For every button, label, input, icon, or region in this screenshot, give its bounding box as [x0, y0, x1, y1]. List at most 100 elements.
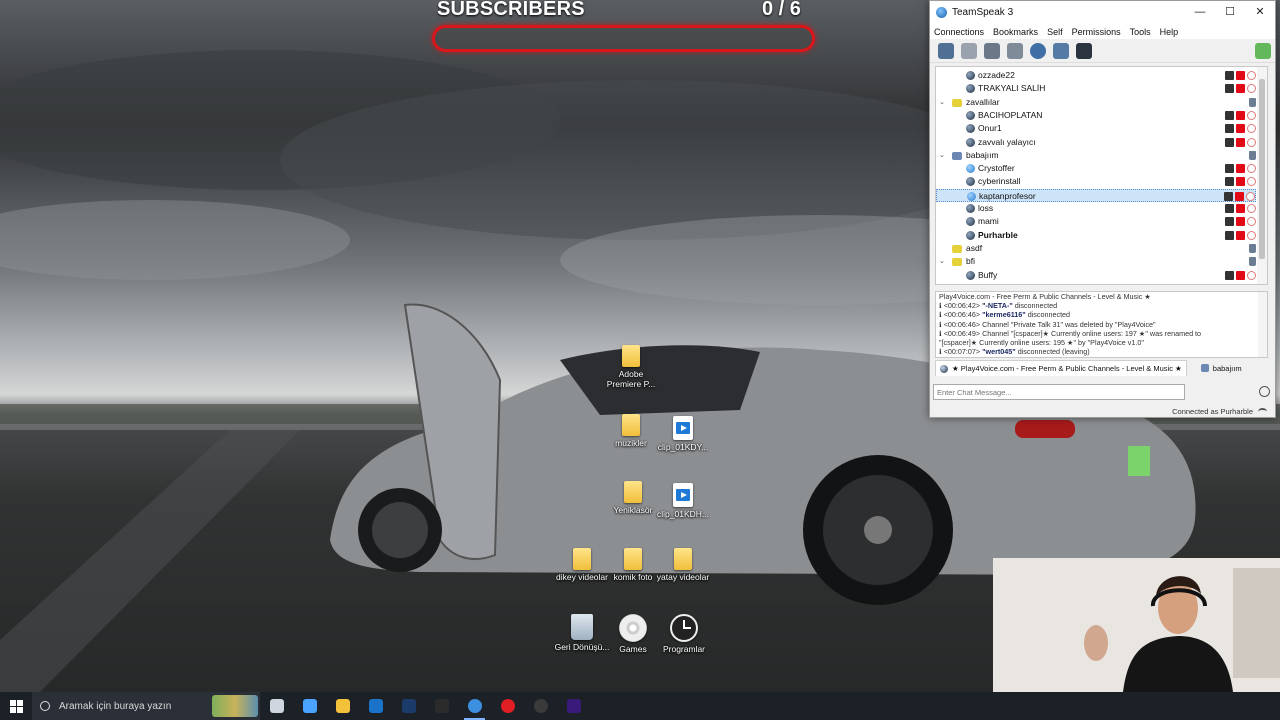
menu-permissions[interactable]: Permissions	[1072, 27, 1121, 37]
desktop-icon-adobe-premiere-folder[interactable]: Adobe Premiere P...	[601, 345, 661, 389]
window-titlebar[interactable]: TeamSpeak 3 — ☐ ✕	[930, 1, 1275, 24]
client-name: Buffy	[978, 269, 998, 280]
client-badges	[1225, 177, 1256, 187]
log-text: Play4Voice.com - Free Perm & Public Chan…	[939, 292, 1151, 301]
channel-name: babajıım	[966, 149, 999, 160]
taskbar-app-premiere[interactable]	[557, 692, 590, 720]
channel-badges	[1249, 243, 1256, 253]
connection-status: Connected as Purharble	[930, 405, 1275, 418]
log-text: "[cspacer]★ Currently online users: 195 …	[939, 338, 1144, 348]
client-row[interactable]: Crystoffer	[936, 162, 1256, 175]
client-status-icon	[966, 230, 975, 240]
taskbar-app-task-view[interactable]	[260, 692, 293, 720]
country-flag-icon	[1235, 191, 1244, 201]
minimize-button[interactable]: —	[1185, 1, 1215, 24]
channel-row[interactable]: asdf	[936, 242, 1256, 255]
country-flag-icon	[1236, 84, 1245, 94]
log-scrollbar[interactable]	[1258, 292, 1267, 357]
client-row[interactable]: TRAKYALI SALİH	[936, 82, 1256, 95]
desktop-icon-label: Games	[619, 644, 647, 654]
client-row[interactable]: kaptanprofesor	[936, 188, 1256, 202]
channel-row[interactable]: ⌄ bfi	[936, 255, 1256, 268]
taskbar-app-epic-games[interactable]	[425, 692, 458, 720]
expand-chevron-icon[interactable]: ⌄	[938, 96, 946, 109]
close-button[interactable]: ✕	[1245, 1, 1275, 24]
rank-badge-icon	[1246, 191, 1255, 201]
menu-connections[interactable]: Connections	[934, 27, 984, 37]
taskbar-app-file-explorer[interactable]	[326, 692, 359, 720]
log-timestamp: ℹ <00:06:46>	[939, 319, 983, 329]
desktop-icon-programlar[interactable]: Programlar	[654, 614, 714, 654]
menu-help[interactable]: Help	[1160, 27, 1179, 37]
log-timestamp: ℹ <00:06:46>	[939, 310, 983, 320]
desktop-icon-yatay-videolar-folder[interactable]: yatay videolar	[653, 548, 713, 582]
client-row[interactable]: ozzade22	[936, 69, 1256, 82]
client-row[interactable]: mami	[936, 215, 1256, 228]
verified-check-icon	[1225, 84, 1234, 94]
client-name: Crystoffer	[978, 163, 1015, 174]
start-button[interactable]	[0, 692, 32, 720]
contacts-icon[interactable]	[1076, 42, 1092, 59]
steam-icon	[401, 699, 416, 713]
tree-scrollbar[interactable]	[1257, 67, 1267, 284]
mute-mic-icon[interactable]	[1007, 42, 1023, 59]
client-row[interactable]: BACIHOPLATAN	[936, 109, 1256, 122]
channel-row[interactable]: ⌄ babajıım	[936, 149, 1256, 162]
log-text: disconnected (leaving)	[1015, 347, 1090, 357]
client-row[interactable]: Purharble	[936, 229, 1256, 242]
menu-bookmarks[interactable]: Bookmarks	[993, 27, 1038, 37]
obs-icon	[533, 699, 548, 713]
desktop-icon-muzikler-folder[interactable]: muzikler	[601, 414, 661, 448]
client-badges	[1225, 110, 1256, 120]
subscribe-icon[interactable]	[1053, 42, 1069, 59]
menu-tools[interactable]: Tools	[1130, 27, 1151, 37]
country-flag-icon	[1236, 217, 1245, 227]
disconnect-icon[interactable]	[961, 42, 977, 59]
client-row[interactable]: Onur1	[936, 122, 1256, 135]
taskbar-app-steam[interactable]	[392, 692, 425, 720]
tree-scrollbar-thumb[interactable]	[1259, 79, 1265, 259]
connect-icon[interactable]	[938, 42, 954, 59]
menu-self[interactable]: Self	[1047, 27, 1063, 37]
channel-row[interactable]: ⌄ zavallılar	[936, 96, 1256, 109]
chat-message-input[interactable]	[933, 384, 1185, 400]
desktop-icon-label: dikey videolar	[556, 572, 608, 582]
expand-chevron-icon[interactable]: ⌄	[938, 255, 946, 268]
log-nickname[interactable]: "wert045"	[982, 347, 1016, 356]
desktop-icon-label: yatay videolar	[656, 572, 710, 582]
taskbar-app-outlook[interactable]	[359, 692, 392, 720]
log-nickname[interactable]: "-NETA-"	[982, 301, 1013, 310]
desktop-icon-clip-video-2[interactable]: clip_01KDH...	[653, 483, 713, 519]
taskbar-app-obs[interactable]	[524, 692, 557, 720]
desktop-icon-clip-video[interactable]: clip_01KDY...	[653, 416, 713, 452]
log-line: ℹ <00:06:42> "-NETA-" disconnected	[936, 301, 1267, 310]
rank-badge-icon	[1247, 204, 1256, 213]
country-flag-icon	[1236, 177, 1245, 187]
country-flag-icon	[1236, 71, 1245, 80]
taskbar-app-teamspeak[interactable]	[458, 692, 491, 720]
taskbar-app-opera[interactable]	[491, 692, 524, 720]
desktop-icon-label: Yeniklasör	[613, 505, 653, 515]
emoji-icon[interactable]	[1259, 386, 1270, 397]
client-row[interactable]: loss	[936, 202, 1256, 215]
taskbar-app-copilot[interactable]	[293, 692, 326, 720]
mute-speakers-icon[interactable]	[1030, 42, 1046, 59]
chat-tab-channel[interactable]: babajıım	[1197, 364, 1246, 373]
taskbar-search[interactable]: Aramak için buraya yazın	[32, 692, 260, 720]
channel-icon	[952, 244, 962, 253]
log-nickname[interactable]: "kerme6116"	[982, 310, 1026, 319]
client-row[interactable]: zavvalı yalayıcı	[936, 136, 1256, 149]
client-row[interactable]: cyberinstall	[936, 175, 1256, 188]
away-icon[interactable]	[984, 42, 1000, 59]
search-placeholder: Aramak için buraya yazın	[59, 700, 172, 712]
maximize-button[interactable]: ☐	[1215, 1, 1245, 24]
verified-check-icon	[1225, 177, 1234, 187]
rank-badge-icon	[1247, 137, 1256, 147]
chat-tab-server[interactable]: ★ Play4Voice.com - Free Perm & Public Ch…	[935, 360, 1187, 376]
client-row[interactable]: Buffy	[936, 269, 1256, 282]
subscribers-count: 0 / 6	[762, 0, 801, 20]
expand-chevron-icon[interactable]: ⌄	[938, 149, 946, 162]
client-name: BACIHOPLATAN	[978, 109, 1043, 120]
desktop-icon-label: Geri Dönüşü...	[554, 642, 610, 652]
whisper-icon[interactable]	[1255, 42, 1271, 59]
